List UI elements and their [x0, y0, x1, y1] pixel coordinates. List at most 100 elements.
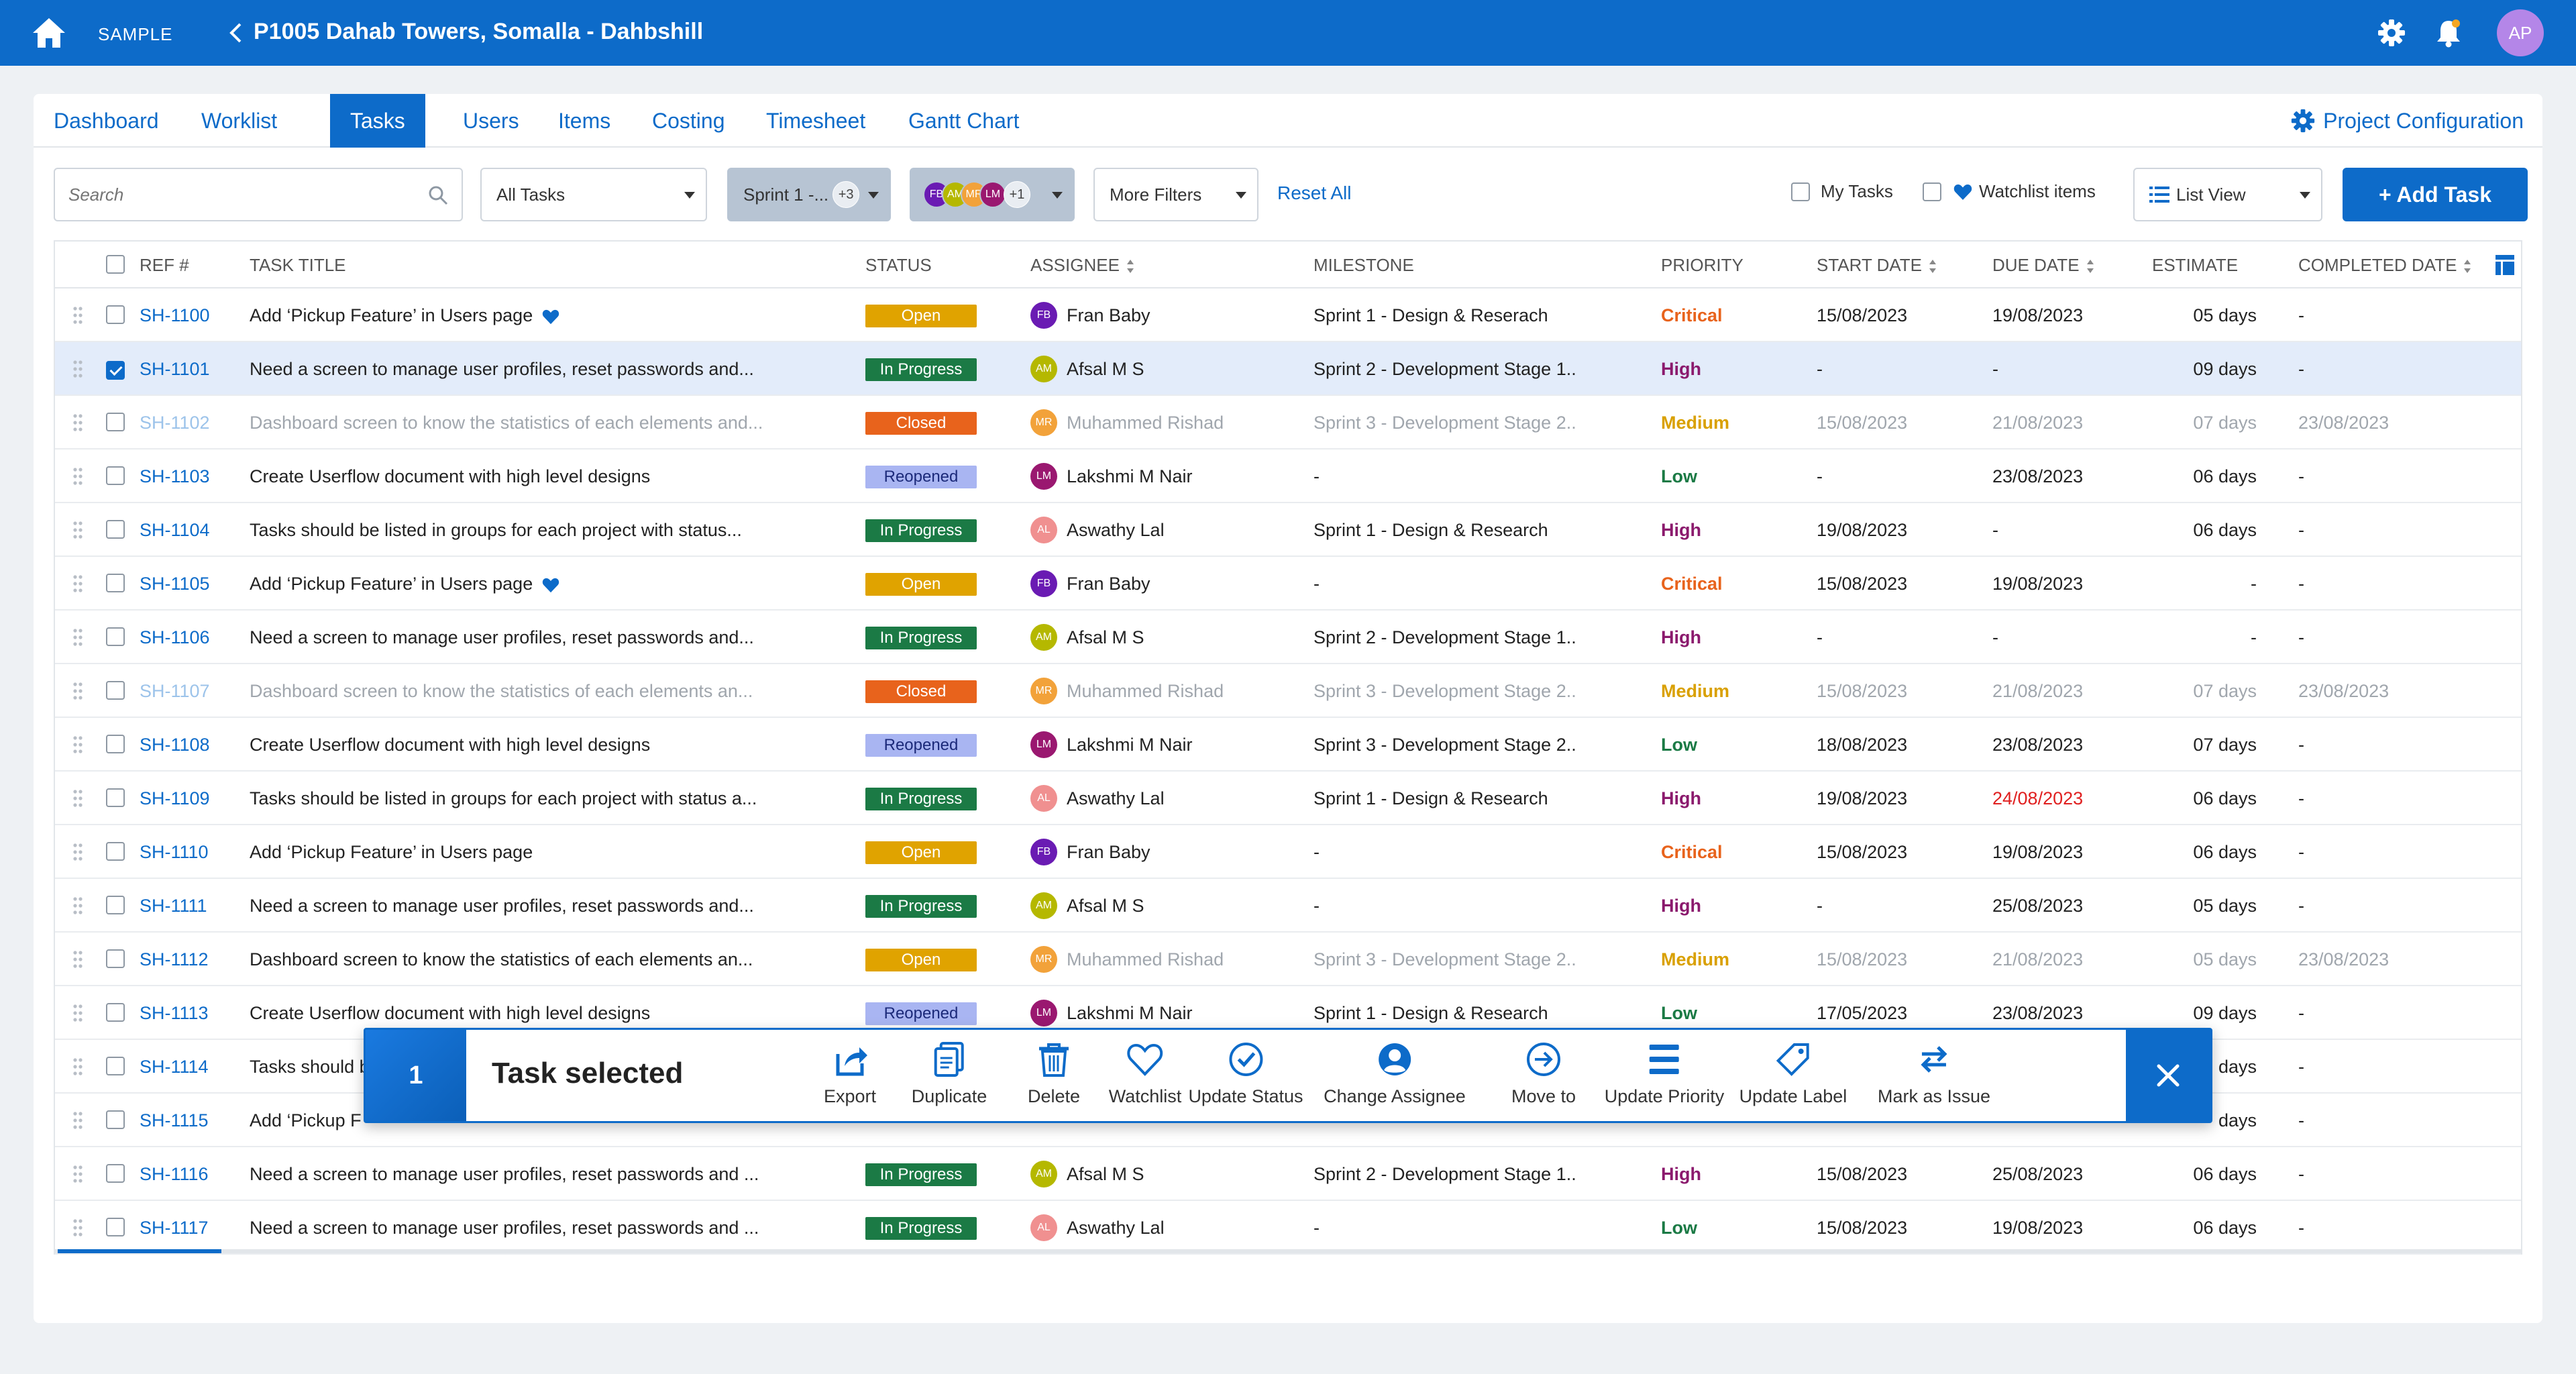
task-title[interactable]: Create Userflow document with high level…: [250, 718, 650, 772]
table-row[interactable]: SH-1106 Need a screen to manage user prof…: [55, 611, 2521, 664]
table-row[interactable]: SH-1101 Need a screen to manage user prof…: [55, 342, 2521, 396]
col-priority[interactable]: PRIORITY: [1661, 242, 1743, 288]
task-ref-link[interactable]: SH-1116: [140, 1147, 209, 1201]
mark-as-issue-action[interactable]: Mark as Issue: [1878, 1041, 1990, 1114]
status-badge[interactable]: Open: [865, 841, 977, 864]
status-badge[interactable]: Open: [865, 573, 977, 596]
update-status-action[interactable]: Update Status: [1188, 1041, 1303, 1114]
row-checkbox[interactable]: [106, 520, 125, 539]
assignee[interactable]: FB Fran Baby: [1030, 825, 1150, 879]
row-checkbox[interactable]: [106, 788, 125, 807]
col-milestone[interactable]: MILESTONE: [1313, 242, 1414, 288]
table-row[interactable]: SH-1103 Create Userflow document with hig…: [55, 450, 2521, 503]
watchlist-toggle[interactable]: Watchlist items: [1923, 181, 2096, 202]
drag-handle-icon[interactable]: [72, 628, 83, 647]
task-ref-link[interactable]: SH-1100: [140, 288, 210, 342]
sort-icon[interactable]: [1929, 259, 1937, 274]
status-badge[interactable]: Open: [865, 949, 977, 971]
tab-items[interactable]: Items: [538, 94, 631, 148]
drag-handle-icon[interactable]: [72, 1111, 83, 1130]
sort-icon[interactable]: [2086, 259, 2094, 274]
task-ref-link[interactable]: SH-1103: [140, 450, 210, 503]
row-checkbox[interactable]: [106, 1164, 125, 1183]
drag-handle-icon[interactable]: [72, 1004, 83, 1022]
assignee[interactable]: AL Aswathy Lal: [1030, 772, 1165, 825]
assignee[interactable]: MR Muhammed Rishad: [1030, 396, 1224, 450]
tab-tasks[interactable]: Tasks: [330, 94, 425, 148]
col-completed-date[interactable]: COMPLETED DATE: [2298, 242, 2471, 288]
view-mode-dropdown[interactable]: List View: [2133, 168, 2322, 221]
status-badge[interactable]: In Progress: [865, 627, 977, 649]
task-title[interactable]: Need a screen to manage user profiles, r…: [250, 342, 754, 396]
select-all-checkbox[interactable]: [106, 255, 125, 274]
assignee[interactable]: MR Muhammed Rishad: [1030, 664, 1224, 718]
task-title[interactable]: Dashboard screen to know the statistics …: [250, 664, 753, 718]
scrollbar-thumb[interactable]: [58, 1249, 221, 1253]
close-selection-button[interactable]: [2126, 1030, 2210, 1121]
row-checkbox[interactable]: [106, 466, 125, 485]
status-badge[interactable]: In Progress: [865, 1163, 977, 1186]
drag-handle-icon[interactable]: [72, 843, 83, 861]
task-title[interactable]: Tasks should be listed in groups for eac…: [250, 772, 757, 825]
status-badge[interactable]: Reopened: [865, 734, 977, 757]
row-checkbox[interactable]: [106, 627, 125, 646]
watchlist-heart-icon[interactable]: [542, 577, 559, 593]
assignee[interactable]: AL Aswathy Lal: [1030, 503, 1165, 557]
task-ref-link[interactable]: SH-1106: [140, 611, 210, 664]
table-row[interactable]: SH-1112 Dashboard screen to know the stat…: [55, 933, 2521, 986]
table-row[interactable]: SH-1107 Dashboard screen to know the stat…: [55, 664, 2521, 718]
col-due-date[interactable]: DUE DATE: [1992, 242, 2094, 288]
my-tasks-toggle[interactable]: My Tasks: [1791, 181, 1893, 202]
drag-handle-icon[interactable]: [72, 1057, 83, 1076]
drag-handle-icon[interactable]: [72, 467, 83, 486]
task-ref-link[interactable]: SH-1114: [140, 1040, 209, 1094]
task-title[interactable]: Tasks should be listed in groups for eac…: [250, 503, 742, 557]
task-title[interactable]: Add ‘Pickup Feature’ in Users page: [250, 288, 559, 342]
task-title[interactable]: Need a screen to manage user profiles, r…: [250, 611, 754, 664]
task-filter-dropdown[interactable]: All Tasks: [480, 168, 707, 221]
tab-users[interactable]: Users: [443, 94, 539, 148]
more-filters-dropdown[interactable]: More Filters: [1093, 168, 1258, 221]
task-ref-link[interactable]: SH-1110: [140, 825, 209, 879]
search-icon[interactable]: [428, 185, 448, 205]
row-checkbox[interactable]: [106, 949, 125, 968]
row-checkbox[interactable]: [106, 735, 125, 753]
table-row[interactable]: SH-1104 Tasks should be listed in groups …: [55, 503, 2521, 557]
delete-action[interactable]: Delete: [1028, 1041, 1080, 1114]
task-title[interactable]: Dashboard screen to know the statistics …: [250, 933, 753, 986]
row-checkbox[interactable]: [106, 842, 125, 861]
row-checkbox[interactable]: [106, 360, 125, 380]
assignee[interactable]: FB Fran Baby: [1030, 288, 1150, 342]
assignee[interactable]: AM Afsal M S: [1030, 879, 1144, 933]
task-ref-link[interactable]: SH-1115: [140, 1094, 209, 1147]
home-icon[interactable]: [31, 16, 67, 50]
back-chevron-icon[interactable]: [228, 22, 243, 44]
tab-dashboard[interactable]: Dashboard: [34, 94, 179, 148]
table-row[interactable]: SH-1111 Need a screen to manage user prof…: [55, 879, 2521, 933]
table-row[interactable]: SH-1117 Need a screen to manage user prof…: [55, 1201, 2521, 1255]
search-input[interactable]: [55, 169, 404, 220]
assignee[interactable]: AM Afsal M S: [1030, 342, 1144, 396]
status-badge[interactable]: In Progress: [865, 895, 977, 918]
tab-worklist[interactable]: Worklist: [181, 94, 297, 148]
export-action[interactable]: Export: [824, 1041, 876, 1114]
assignee[interactable]: AM Afsal M S: [1030, 1147, 1144, 1201]
task-ref-link[interactable]: SH-1104: [140, 503, 210, 557]
row-checkbox[interactable]: [106, 896, 125, 914]
task-ref-link[interactable]: SH-1102: [140, 396, 210, 450]
task-title[interactable]: Need a screen to manage user profiles, r…: [250, 1147, 759, 1201]
my-tasks-checkbox[interactable]: [1791, 182, 1810, 201]
table-row[interactable]: SH-1105 Add ‘Pickup Feature’ in Users pag…: [55, 557, 2521, 611]
tab-costing[interactable]: Costing: [632, 94, 745, 148]
project-configuration-link[interactable]: Project Configuration: [2291, 94, 2524, 148]
drag-handle-icon[interactable]: [72, 360, 83, 378]
row-checkbox[interactable]: [106, 574, 125, 592]
status-badge[interactable]: Open: [865, 305, 977, 327]
drag-handle-icon[interactable]: [72, 413, 83, 432]
assignee[interactable]: AL Aswathy Lal: [1030, 1201, 1165, 1255]
status-badge[interactable]: Closed: [865, 412, 977, 435]
assignee[interactable]: FB Fran Baby: [1030, 557, 1150, 611]
status-badge[interactable]: In Progress: [865, 358, 977, 381]
task-ref-link[interactable]: SH-1109: [140, 772, 210, 825]
row-checkbox[interactable]: [106, 305, 125, 324]
